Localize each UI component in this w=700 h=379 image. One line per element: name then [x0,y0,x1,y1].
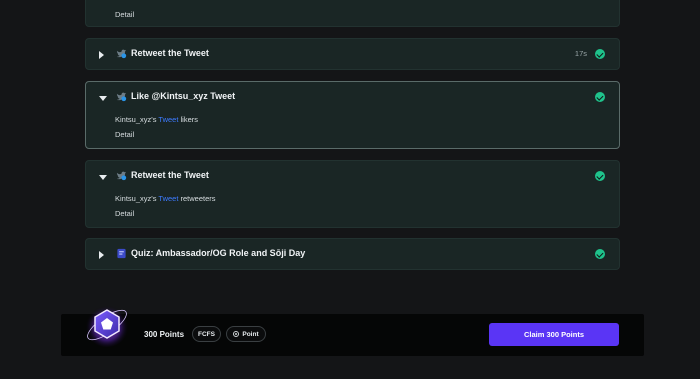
claim-points-button[interactable]: Claim 300 Points [489,323,619,346]
task-title: Retweet the Tweet [131,170,209,180]
task-header[interactable]: Retweet the Tweet [86,161,619,193]
point-tag: Point [226,326,266,342]
chevron-right-icon[interactable] [99,51,104,59]
task-card-partial[interactable]: Detail [85,0,620,27]
twitter-bird-icon [116,92,127,102]
check-circle-icon [595,249,605,259]
twitter-bird-icon [116,171,127,181]
task-description: Kintsu_xyz's Tweet likers [115,115,198,124]
detail-link[interactable]: Detail [115,10,134,19]
desc-prefix: Kintsu_xyz's [115,194,157,203]
detail-link[interactable]: Detail [115,130,134,139]
fcfs-tag: FCFS [192,326,221,342]
chevron-down-icon[interactable] [99,175,107,180]
check-circle-icon [595,171,605,181]
desc-suffix: retweeters [180,194,216,203]
task-header[interactable]: Retweet the Tweet 17s [86,39,619,71]
task-card-retweet-collapsed[interactable]: Retweet the Tweet 17s [85,38,620,70]
check-circle-icon [595,49,605,59]
reward-badge-icon [85,303,129,347]
twitter-bird-icon [116,49,127,59]
task-card-retweet-expanded[interactable]: Retweet the Tweet Kintsu_xyz's Tweet ret… [85,160,620,228]
chevron-right-icon[interactable] [99,251,104,259]
task-card-like[interactable]: Like @Kintsu_xyz Tweet Kintsu_xyz's Twee… [85,81,620,149]
quiz-icon [117,248,126,259]
task-title: Retweet the Tweet [131,48,209,58]
task-header[interactable]: Quiz: Ambassador/OG Role and Sōji Day [86,239,619,271]
tweet-link[interactable]: Tweet [158,115,178,124]
elapsed-time: 17s [574,49,587,58]
desc-suffix: likers [180,115,199,124]
points-label: 300 Points [144,330,185,339]
detail-link[interactable]: Detail [115,209,134,218]
fcfs-tag-label: FCFS [198,330,215,338]
task-card-quiz[interactable]: Quiz: Ambassador/OG Role and Sōji Day [85,238,620,270]
task-title: Quiz: Ambassador/OG Role and Sōji Day [131,248,306,258]
point-tag-label: Point [242,330,259,338]
check-circle-icon [595,92,605,102]
task-description: Kintsu_xyz's Tweet retweeters [115,194,216,203]
tweet-link[interactable]: Tweet [158,194,178,203]
task-header[interactable]: Like @Kintsu_xyz Tweet [86,82,619,114]
desc-prefix: Kintsu_xyz's [115,115,157,124]
point-coin-icon [233,331,240,337]
task-title: Like @Kintsu_xyz Tweet [131,91,236,101]
chevron-down-icon[interactable] [99,96,107,101]
